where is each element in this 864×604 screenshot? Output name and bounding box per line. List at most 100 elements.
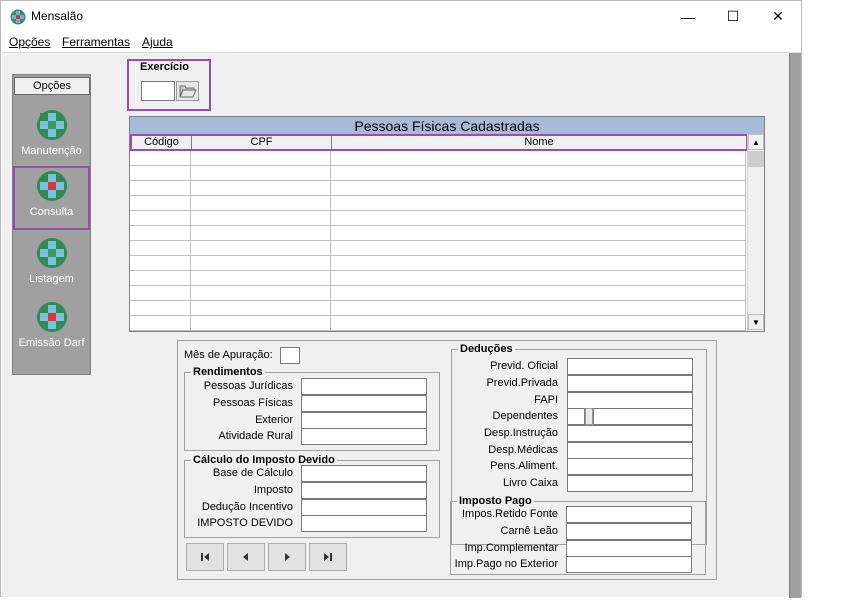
last-record-button[interactable] xyxy=(309,543,347,571)
table-cell[interactable] xyxy=(130,211,191,226)
table-row[interactable] xyxy=(130,211,746,226)
table-cell[interactable] xyxy=(331,196,746,211)
previd-privada-input[interactable] xyxy=(567,375,693,392)
table-cell[interactable] xyxy=(191,256,331,271)
imposto-input[interactable] xyxy=(301,482,427,499)
column-header-cpf[interactable]: CPF xyxy=(192,136,332,149)
table-cell[interactable] xyxy=(191,196,331,211)
table-row[interactable] xyxy=(130,316,746,331)
sidebar-item-manutencao[interactable]: Manutenção xyxy=(13,105,90,169)
fapi-input[interactable] xyxy=(567,392,693,409)
table-row[interactable] xyxy=(130,226,746,241)
imp-complementar-input[interactable] xyxy=(566,540,692,557)
table-cell[interactable] xyxy=(130,241,191,256)
table-cell[interactable] xyxy=(191,301,331,316)
table-row[interactable] xyxy=(130,286,746,301)
sidebar-item-listagem[interactable]: Listagem xyxy=(13,233,90,297)
table-cell[interactable] xyxy=(191,271,331,286)
table-row[interactable] xyxy=(130,271,746,286)
previous-record-button[interactable] xyxy=(227,543,265,571)
table-cell[interactable] xyxy=(191,166,331,181)
app-globe-icon xyxy=(10,9,26,25)
table-cell[interactable] xyxy=(191,151,331,166)
impos-retido-fonte-input[interactable] xyxy=(566,506,692,523)
imp-pago-exterior-input[interactable] xyxy=(566,556,692,573)
table-cell[interactable] xyxy=(191,226,331,241)
table-cell[interactable] xyxy=(130,151,191,166)
pessoas-juridicas-input[interactable] xyxy=(301,378,427,395)
base-calculo-input[interactable] xyxy=(301,465,427,482)
table-cell[interactable] xyxy=(331,166,746,181)
scroll-down-icon[interactable]: ▼ xyxy=(748,314,764,330)
dependentes-spinner[interactable] xyxy=(585,408,593,425)
atividade-rural-input[interactable] xyxy=(301,428,427,445)
menu-ajuda[interactable]: Ajuda xyxy=(142,35,173,49)
scroll-thumb[interactable] xyxy=(748,151,764,167)
exterior-input[interactable] xyxy=(301,412,427,429)
window-title: Mensalão xyxy=(31,9,84,23)
desp-medicas-input[interactable] xyxy=(567,442,693,459)
first-record-button[interactable] xyxy=(186,543,224,571)
scroll-up-icon[interactable]: ▲ xyxy=(748,134,764,150)
table-cell[interactable] xyxy=(331,226,746,241)
previd-oficial-input[interactable] xyxy=(567,358,693,375)
table-cell[interactable] xyxy=(130,301,191,316)
table-row[interactable] xyxy=(130,256,746,271)
sidebar-item-consulta[interactable]: Consulta xyxy=(13,166,90,230)
pessoas-fisicas-input[interactable] xyxy=(301,395,427,412)
table-cell[interactable] xyxy=(130,196,191,211)
table-cell[interactable] xyxy=(191,316,331,331)
menu-opcoes[interactable]: Opções xyxy=(9,35,50,49)
table-cell[interactable] xyxy=(130,181,191,196)
maximize-button[interactable]: ☐ xyxy=(710,1,756,32)
right-edge-bar xyxy=(789,53,801,598)
table-cell[interactable] xyxy=(130,226,191,241)
livro-caixa-label: Livro Caixa xyxy=(502,477,558,489)
table-cell[interactable] xyxy=(331,316,746,331)
table-cell[interactable] xyxy=(331,151,746,166)
grid-body[interactable] xyxy=(130,151,746,331)
dependentes-input[interactable] xyxy=(567,408,585,425)
table-row[interactable] xyxy=(130,241,746,256)
table-cell[interactable] xyxy=(130,166,191,181)
table-cell[interactable] xyxy=(130,286,191,301)
exercicio-input[interactable] xyxy=(141,81,175,101)
table-row[interactable] xyxy=(130,166,746,181)
desp-instrucao-input[interactable] xyxy=(567,425,693,442)
dependentes-amount[interactable] xyxy=(593,408,693,425)
close-button[interactable]: ✕ xyxy=(755,1,801,32)
table-cell[interactable] xyxy=(130,271,191,286)
table-cell[interactable] xyxy=(331,181,746,196)
table-cell[interactable] xyxy=(191,241,331,256)
pens-aliment-input[interactable] xyxy=(567,458,693,475)
carne-leao-input[interactable] xyxy=(566,523,692,540)
mes-apuracao-input[interactable] xyxy=(280,347,300,364)
table-row[interactable] xyxy=(130,196,746,211)
next-record-button[interactable] xyxy=(268,543,306,571)
table-cell[interactable] xyxy=(331,301,746,316)
table-cell[interactable] xyxy=(331,211,746,226)
table-cell[interactable] xyxy=(130,316,191,331)
table-cell[interactable] xyxy=(191,181,331,196)
table-cell[interactable] xyxy=(331,256,746,271)
table-cell[interactable] xyxy=(331,241,746,256)
exercicio-open-button[interactable] xyxy=(176,81,199,101)
grid-scrollbar[interactable]: ▲ ▼ xyxy=(747,134,764,331)
table-row[interactable] xyxy=(130,151,746,166)
base-calculo-label: Base de Cálculo xyxy=(212,467,293,479)
menu-ferramentas[interactable]: Ferramentas xyxy=(62,35,130,49)
minimize-button[interactable]: — xyxy=(665,1,711,32)
table-cell[interactable] xyxy=(331,271,746,286)
table-cell[interactable] xyxy=(331,286,746,301)
sidebar-item-emissao-darf[interactable]: Emissão Darf xyxy=(13,297,90,361)
table-row[interactable] xyxy=(130,301,746,316)
table-cell[interactable] xyxy=(130,256,191,271)
table-cell[interactable] xyxy=(191,286,331,301)
column-header-nome[interactable]: Nome xyxy=(332,136,746,149)
column-header-codigo[interactable]: Código xyxy=(132,136,192,149)
deducao-incentivo-input[interactable] xyxy=(301,499,427,516)
livro-caixa-input[interactable] xyxy=(567,475,693,492)
imposto-devido-input[interactable] xyxy=(301,515,427,532)
table-row[interactable] xyxy=(130,181,746,196)
table-cell[interactable] xyxy=(191,211,331,226)
